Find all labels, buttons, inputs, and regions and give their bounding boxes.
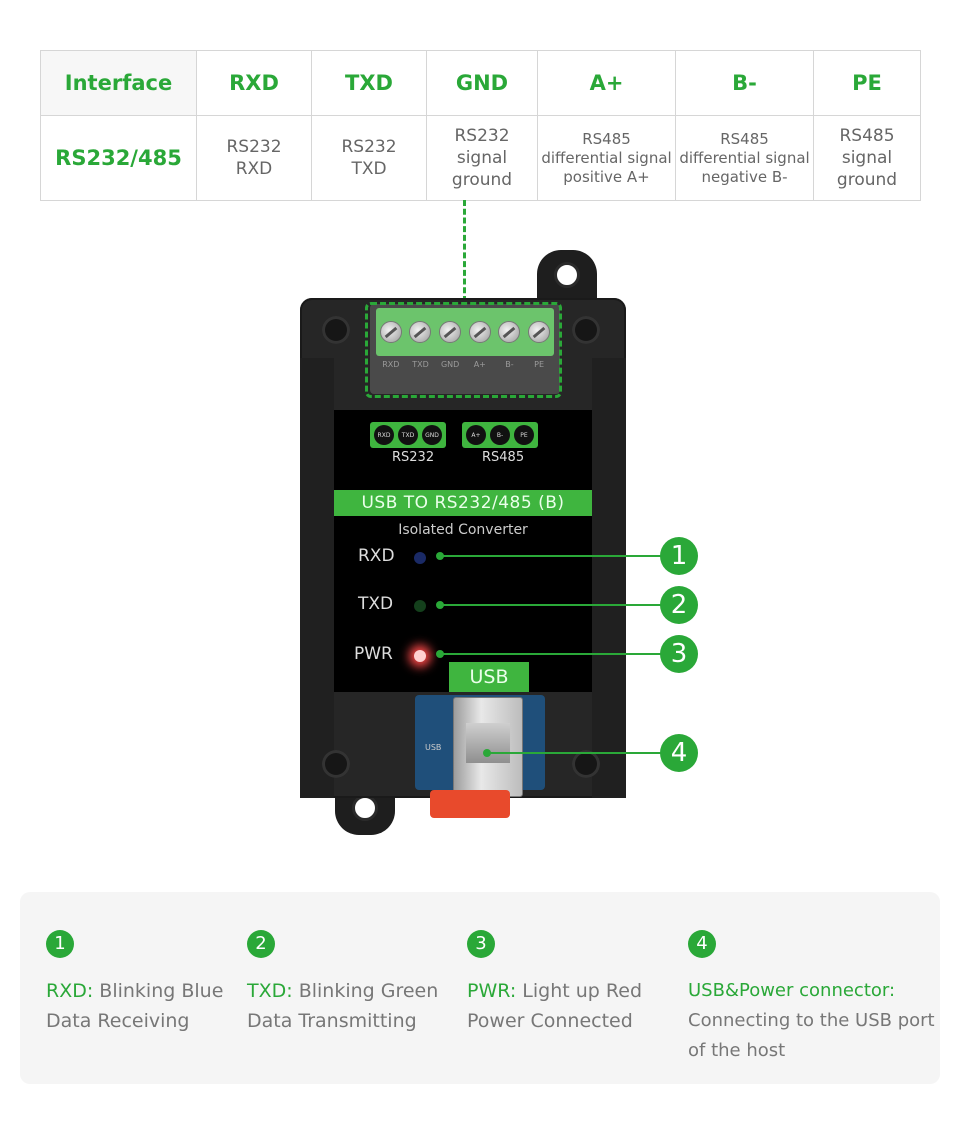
- header-interface: Interface: [40, 50, 197, 116]
- table-row: RS232/485 RS232 RXD RS232 TXD RS232 sign…: [40, 115, 921, 201]
- case-screw: [322, 316, 350, 344]
- cell-b-minus: RS485 differential signal negative B-: [675, 115, 814, 201]
- legend-item-4: 4 USB&Power connector: Connecting to the…: [688, 930, 935, 1066]
- cell-pe: RS485 signal ground: [813, 115, 921, 201]
- led-label-rxd: RXD: [358, 546, 395, 566]
- callout-number-3: 3: [660, 635, 698, 673]
- usb-port-icon: [453, 697, 523, 797]
- usb-tag: USB: [449, 662, 529, 692]
- table-header-row: Interface RXD TXD GND A+ B- PE: [40, 50, 921, 116]
- case-screw: [572, 750, 600, 778]
- legend-text: TXD: Blinking Green Data Transmitting: [247, 976, 438, 1036]
- callout-number-1: 1: [660, 537, 698, 575]
- header-pe: PE: [813, 50, 921, 116]
- legend-desc: Blinking Green: [292, 980, 439, 1002]
- callout-dot-4: [483, 749, 491, 757]
- callout-line-2: [440, 604, 665, 606]
- pin-dot: B-: [490, 425, 510, 445]
- led-label-txd: TXD: [358, 594, 394, 614]
- callout-line-3: [440, 653, 665, 655]
- rs232-label: RS232: [392, 450, 435, 465]
- usb-port-inner: [466, 723, 510, 763]
- device-front-panel: RXD TXD GND A+ B- PE RS232 RS485 USB TO …: [334, 410, 592, 692]
- terminal-highlight-box: [365, 302, 562, 398]
- legend-item-2: 2 TXD: Blinking Green Data Transmitting: [247, 930, 438, 1036]
- legend-number: 2: [247, 930, 275, 958]
- callout-line-1: [440, 555, 665, 557]
- legend-key: USB&Power connector:: [688, 980, 896, 1001]
- case-rail-right: [592, 358, 626, 798]
- mounting-hole: [352, 795, 378, 821]
- row-label: RS232/485: [40, 115, 197, 201]
- pin-dot: GND: [422, 425, 442, 445]
- pwr-led-icon: [414, 650, 426, 662]
- case-rail-left: [300, 358, 334, 798]
- legend-line3: of the host: [688, 1040, 786, 1061]
- legend-panel: 1 RXD: Blinking Blue Data Receiving 2 TX…: [20, 892, 940, 1084]
- usb-small-label: USB: [425, 743, 442, 752]
- legend-key: PWR:: [467, 980, 517, 1002]
- header-rxd: RXD: [196, 50, 312, 116]
- device-subtitle: Isolated Converter: [398, 522, 528, 538]
- legend-number: 1: [46, 930, 74, 958]
- legend-text: USB&Power connector: Connecting to the U…: [688, 976, 935, 1066]
- legend-item-3: 3 PWR: Light up Red Power Connected: [467, 930, 642, 1036]
- pin-dot: PE: [514, 425, 534, 445]
- callout-dot-1: [436, 552, 444, 560]
- cell-a-plus: RS485 differential signal positive A+: [537, 115, 676, 201]
- legend-desc: Light up Red: [516, 980, 643, 1002]
- legend-line2: Data Transmitting: [247, 1010, 417, 1032]
- legend-key: RXD:: [46, 980, 94, 1002]
- callout-number-2: 2: [660, 586, 698, 624]
- pin-dot: RXD: [374, 425, 394, 445]
- case-screw: [322, 750, 350, 778]
- legend-line2: Power Connected: [467, 1010, 633, 1032]
- header-gnd: GND: [426, 50, 538, 116]
- red-latch: [430, 790, 510, 818]
- interface-table: Interface RXD TXD GND A+ B- PE RS232/485…: [40, 50, 921, 201]
- case-screw: [572, 316, 600, 344]
- rs485-pin-row: A+ B- PE: [462, 422, 538, 448]
- callout-line-4: [487, 752, 665, 754]
- led-label-pwr: PWR: [354, 644, 393, 664]
- legend-line2: Connecting to the USB port: [688, 1010, 935, 1031]
- cell-rxd: RS232 RXD: [196, 115, 312, 201]
- legend-number: 4: [688, 930, 716, 958]
- legend-item-1: 1 RXD: Blinking Blue Data Receiving: [46, 930, 223, 1036]
- legend-text: RXD: Blinking Blue Data Receiving: [46, 976, 223, 1036]
- cell-txd: RS232 TXD: [311, 115, 427, 201]
- header-txd: TXD: [311, 50, 427, 116]
- legend-number: 3: [467, 930, 495, 958]
- cell-gnd: RS232 signal ground: [426, 115, 538, 201]
- legend-line2: Data Receiving: [46, 1010, 190, 1032]
- callout-number-4: 4: [660, 734, 698, 772]
- mounting-hole: [554, 262, 580, 288]
- legend-text: PWR: Light up Red Power Connected: [467, 976, 642, 1036]
- rs485-label: RS485: [482, 450, 525, 465]
- callout-dot-3: [436, 650, 444, 658]
- rs232-pin-row: RXD TXD GND: [370, 422, 446, 448]
- callout-dot-2: [436, 601, 444, 609]
- pin-dot: TXD: [398, 425, 418, 445]
- header-b-minus: B-: [675, 50, 814, 116]
- device-title: USB TO RS232/485 (B): [334, 490, 592, 516]
- legend-key: TXD:: [247, 980, 293, 1002]
- legend-desc: Blinking Blue: [93, 980, 224, 1002]
- pin-dot: A+: [466, 425, 486, 445]
- rxd-led-icon: [414, 552, 426, 564]
- txd-led-icon: [414, 600, 426, 612]
- usb-connector-area: USB: [415, 695, 545, 797]
- header-a-plus: A+: [537, 50, 676, 116]
